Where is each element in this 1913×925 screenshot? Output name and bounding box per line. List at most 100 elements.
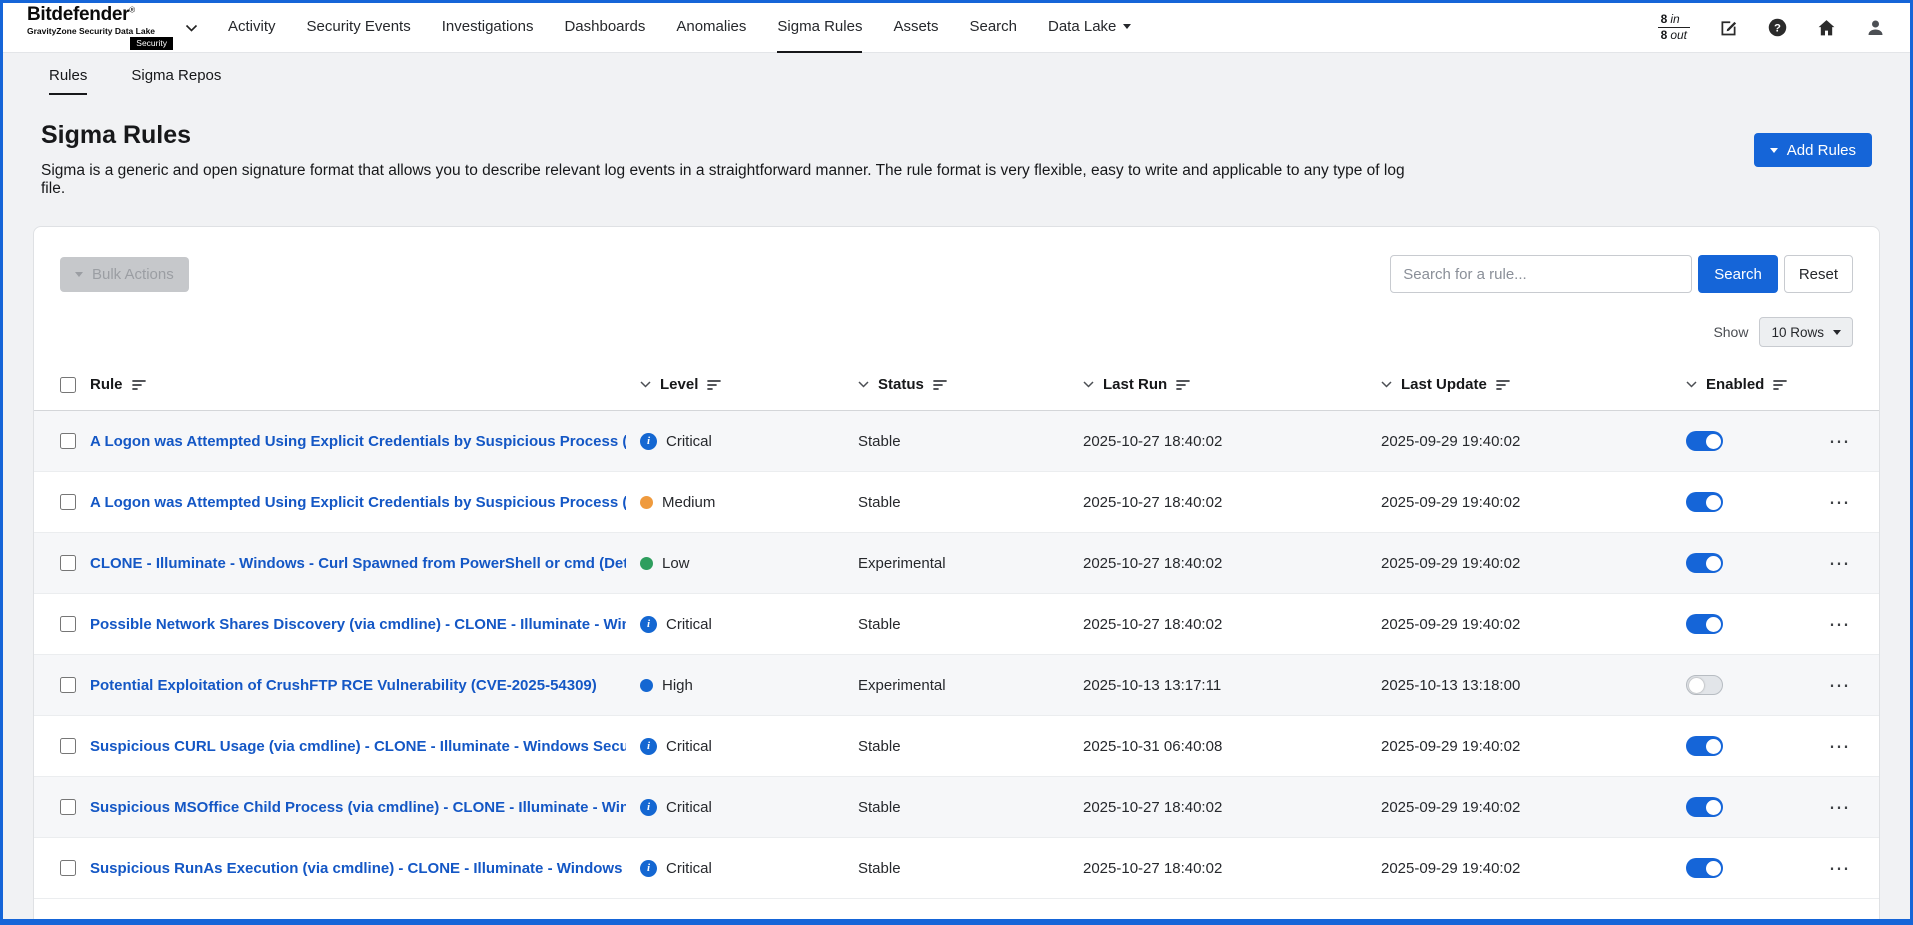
row-checkbox[interactable]	[60, 799, 76, 815]
row-actions-menu[interactable]: ⋯	[1829, 553, 1852, 574]
help-icon[interactable]: ?	[1767, 17, 1788, 38]
row-checkbox[interactable]	[60, 616, 76, 632]
row-checkbox[interactable]	[60, 677, 76, 693]
enabled-toggle[interactable]	[1686, 736, 1723, 756]
quota-out: 8out	[1658, 28, 1690, 43]
sort-icon[interactable]	[707, 379, 721, 391]
user-icon[interactable]	[1865, 17, 1886, 38]
row-actions-menu[interactable]: ⋯	[1829, 492, 1852, 513]
rule-link[interactable]: CLONE - Illuminate - Windows - Curl Spaw…	[90, 555, 626, 572]
row-checkbox[interactable]	[60, 494, 76, 510]
last-run: 2025-10-31 06:40:08	[1083, 738, 1222, 755]
chevron-down-icon[interactable]	[858, 381, 869, 388]
enabled-toggle[interactable]	[1686, 431, 1723, 451]
last-run: 2025-10-27 18:40:02	[1083, 494, 1222, 511]
sort-icon[interactable]	[1496, 379, 1510, 391]
table-row: CLONE - Illuminate - Windows - Curl Spaw…	[34, 533, 1879, 594]
enabled-toggle[interactable]	[1686, 675, 1723, 695]
nav-data-lake[interactable]: Data Lake	[1048, 3, 1131, 53]
nav-investigations[interactable]: Investigations	[442, 3, 534, 53]
column-header-last-run[interactable]: Last Run	[1083, 376, 1190, 393]
sort-icon[interactable]	[132, 379, 146, 391]
rows-per-page-select[interactable]: 10 Rows	[1759, 317, 1853, 347]
column-header-level[interactable]: Level	[640, 376, 721, 393]
row-actions-menu[interactable]: ⋯	[1829, 614, 1852, 635]
tab-rules[interactable]: Rules	[49, 67, 87, 95]
app-window: Bitdefender® GravityZone Security Data L…	[0, 0, 1913, 925]
status-label: Stable	[858, 494, 901, 511]
enabled-toggle[interactable]	[1686, 614, 1723, 634]
rule-link[interactable]: Suspicious MSOffice Child Process (via c…	[90, 799, 626, 816]
brand-dropdown-chevron-icon[interactable]	[185, 19, 198, 37]
table-body: A Logon was Attempted Using Explicit Cre…	[34, 411, 1879, 899]
row-actions-menu[interactable]: ⋯	[1829, 797, 1852, 818]
chevron-down-icon[interactable]	[1381, 381, 1392, 388]
nav-dashboards[interactable]: Dashboards	[564, 3, 645, 53]
row-actions-menu[interactable]: ⋯	[1829, 858, 1852, 879]
last-run: 2025-10-13 13:17:11	[1083, 677, 1221, 694]
row-checkbox[interactable]	[60, 433, 76, 449]
level-label: Critical	[666, 860, 712, 877]
row-checkbox[interactable]	[60, 555, 76, 571]
table-row: A Logon was Attempted Using Explicit Cre…	[34, 411, 1879, 472]
bulk-actions-button[interactable]: Bulk Actions	[60, 257, 189, 292]
rule-link[interactable]: Suspicious RunAs Execution (via cmdline)…	[90, 860, 626, 877]
nav-assets[interactable]: Assets	[893, 3, 938, 53]
level-label: Critical	[666, 433, 712, 450]
brand-name: Bitdefender®	[27, 5, 173, 24]
last-run: 2025-10-27 18:40:02	[1083, 433, 1222, 450]
select-all-checkbox[interactable]	[60, 377, 76, 393]
home-icon[interactable]	[1816, 17, 1837, 38]
rule-link[interactable]: A Logon was Attempted Using Explicit Cre…	[90, 433, 626, 450]
rule-link[interactable]: A Logon was Attempted Using Explicit Cre…	[90, 494, 626, 511]
row-checkbox[interactable]	[60, 738, 76, 754]
sort-icon[interactable]	[1773, 379, 1787, 391]
sort-icon[interactable]	[1176, 379, 1190, 391]
add-rules-button[interactable]: Add Rules	[1754, 133, 1872, 167]
edit-icon[interactable]	[1718, 17, 1739, 38]
row-actions-menu[interactable]: ⋯	[1829, 675, 1852, 696]
status-label: Stable	[858, 738, 901, 755]
column-header-rule[interactable]: Rule	[90, 376, 146, 393]
enabled-toggle[interactable]	[1686, 797, 1723, 817]
chevron-down-icon[interactable]	[1686, 381, 1697, 388]
nav-activity[interactable]: Activity	[228, 3, 276, 53]
chevron-down-icon[interactable]	[640, 381, 651, 388]
level-icon	[640, 679, 653, 692]
sort-icon[interactable]	[933, 379, 947, 391]
brand-logo[interactable]: Bitdefender® GravityZone Security Data L…	[27, 5, 198, 50]
row-actions-menu[interactable]: ⋯	[1829, 736, 1852, 757]
rule-link[interactable]: Possible Network Shares Discovery (via c…	[90, 616, 626, 633]
column-header-enabled[interactable]: Enabled	[1686, 376, 1787, 393]
column-header-last-update[interactable]: Last Update	[1381, 376, 1510, 393]
chevron-down-icon	[1833, 330, 1841, 335]
enabled-toggle[interactable]	[1686, 492, 1723, 512]
last-run: 2025-10-27 18:40:02	[1083, 555, 1222, 572]
chevron-down-icon[interactable]	[1083, 381, 1094, 388]
column-header-status[interactable]: Status	[858, 376, 947, 393]
status-label: Stable	[858, 433, 901, 450]
last-update: 2025-10-13 13:18:00	[1381, 677, 1520, 694]
search-button[interactable]: Search	[1698, 255, 1778, 293]
search-input[interactable]	[1390, 255, 1692, 293]
enabled-toggle[interactable]	[1686, 858, 1723, 878]
row-actions-menu[interactable]: ⋯	[1829, 431, 1852, 452]
table-toolbar: Bulk Actions Search Reset	[34, 255, 1879, 293]
page-header: Sigma Rules Sigma is a generic and open …	[3, 95, 1910, 198]
rule-link[interactable]: Suspicious CURL Usage (via cmdline) - CL…	[90, 738, 626, 755]
nav-search[interactable]: Search	[969, 3, 1017, 53]
rule-link[interactable]: Potential Exploitation of CrushFTP RCE V…	[90, 677, 597, 694]
last-run: 2025-10-27 18:40:02	[1083, 616, 1222, 633]
nav-anomalies[interactable]: Anomalies	[676, 3, 746, 53]
enabled-toggle[interactable]	[1686, 553, 1723, 573]
nav-sigma-rules[interactable]: Sigma Rules	[777, 3, 862, 53]
row-checkbox[interactable]	[60, 860, 76, 876]
rules-card: Bulk Actions Search Reset Show 10 Rows R…	[33, 226, 1880, 925]
last-update: 2025-09-29 19:40:02	[1381, 494, 1520, 511]
level-icon: i	[640, 860, 657, 877]
reset-button[interactable]: Reset	[1784, 255, 1853, 293]
tab-sigma-repos[interactable]: Sigma Repos	[131, 67, 221, 95]
pagination-controls: Show 10 Rows	[34, 293, 1879, 359]
nav-security-events[interactable]: Security Events	[307, 3, 411, 53]
top-navbar: Bitdefender® GravityZone Security Data L…	[3, 3, 1910, 53]
